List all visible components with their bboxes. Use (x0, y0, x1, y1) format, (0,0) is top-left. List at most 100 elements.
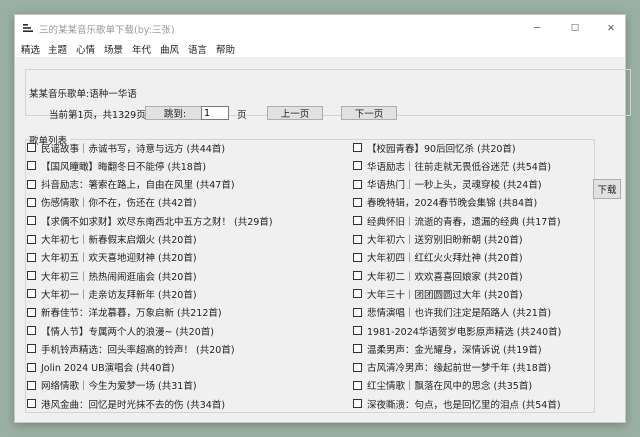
playlist-item[interactable]: 红尘情歌｜飘落在风中的思念 (共35首) (353, 379, 532, 392)
playlist-item-label: 【国风瞳瞰】晦翻冬日不能停 (共18首) (41, 161, 207, 173)
app-window: 三的某某音乐歌单下载(by:三张) ─ ☐ ✕ 精选 主题 心情 场景 年代 曲… (14, 14, 631, 423)
next-page-button[interactable]: 下一页 (341, 106, 397, 120)
playlist-item[interactable]: 经典怀旧｜流逝的青春，遗漏的经典 (共17首) (353, 214, 561, 228)
playlist-checkbox[interactable] (353, 344, 362, 354)
playlist-item[interactable]: Jolin 2024 UB演唱会 (共40首) (27, 361, 175, 374)
maximize-button[interactable]: ☐ (557, 15, 593, 41)
menu-item-genre[interactable]: 曲风 (160, 42, 179, 56)
playlist-checkbox[interactable] (353, 179, 362, 189)
menu-item-featured[interactable]: 精选 (21, 42, 40, 56)
playlist-item[interactable]: 大年初六｜送穷别旧盼新朝 (共20首) (353, 233, 523, 246)
playlist-checkbox[interactable] (27, 197, 36, 207)
playlist-item[interactable]: 1981-2024华语贺岁电影原声精选 (共240首) (353, 324, 562, 338)
playlist-item[interactable]: 抖音励志：箸索在路上，自由在风里 (共47首) (27, 178, 235, 191)
playlist-item[interactable]: 伤感情歌｜你不在，伤还在 (共42首) (27, 196, 197, 209)
playlist-item[interactable]: 网络情歌｜今生为爱梦一场 (共31首) (27, 379, 197, 392)
playlist-checkbox[interactable] (27, 216, 36, 226)
playlist-checkbox[interactable] (27, 161, 36, 171)
menu-item-help[interactable]: 帮助 (216, 42, 235, 56)
playlist-checkbox[interactable] (353, 307, 362, 317)
page-number-input[interactable] (201, 106, 229, 120)
page-unit-label: 页 (237, 110, 247, 121)
playlist-item-label: 港风金曲：回忆是时光抹不去的伤 (共34首) (41, 399, 226, 411)
playlist-item-label: 【情人节】专属两个人的浪漫~ (共20首) (41, 326, 214, 338)
playlist-item-label: 大年初五｜欢天喜地迎财神 (共20首) (41, 253, 197, 265)
playlist-checkbox[interactable] (27, 271, 36, 281)
playlist-item[interactable]: 【校园青春】90后回忆杀 (共20首) (353, 141, 516, 155)
playlist-checkbox[interactable] (27, 307, 36, 317)
playlist-checkbox[interactable] (353, 161, 362, 171)
playlist-item[interactable]: 民谣故事｜赤诚书写，诗意与远方 (共44首) (27, 141, 226, 155)
playlist-checkbox[interactable] (27, 234, 36, 244)
playlist-item[interactable]: 【求偶不如求财】欢尽东南西北中五方之财！ (共29首) (27, 214, 273, 228)
maximize-icon: ☐ (570, 22, 580, 34)
playlist-item-label: 红尘情歌｜飘落在风中的思念 (共35首) (367, 381, 533, 393)
playlist-checkbox[interactable] (353, 271, 362, 281)
menu-item-language[interactable]: 语言 (188, 42, 207, 56)
menu-item-scene[interactable]: 场景 (104, 42, 123, 56)
download-button[interactable]: 下载 (593, 179, 621, 199)
playlist-item-label: 大年初六｜送穷别旧盼新朝 (共20首) (367, 235, 523, 246)
playlist-item-label: 大年初一｜走亲访友拜新年 (共20首) (41, 289, 197, 301)
playlist-item[interactable]: 华语励志｜往前走就无畏低谷迷茫 (共54首) (353, 159, 552, 173)
playlist-item-label: 华语励志｜往前走就无畏低谷迷茫 (共54首) (367, 161, 552, 173)
playlist-item-label: 华语热门｜一秒上头，灵魂穿梭 (共24首) (367, 180, 542, 192)
playlist-item-label: 大年初三｜热热闹闹逛庙会 (共20首) (41, 271, 197, 283)
playlist-item[interactable]: 【情人节】专属两个人的浪漫~ (共20首) (27, 324, 214, 338)
playlist-checkbox[interactable] (353, 362, 362, 372)
jump-button[interactable]: 跳到: (145, 106, 205, 120)
playlist-checkbox[interactable] (27, 344, 36, 354)
playlist-item-label: 大年三十｜团团圆圆过大年 (共20首) (367, 289, 523, 301)
prev-page-button[interactable]: 上一页 (267, 106, 323, 120)
menu-item-era[interactable]: 年代 (132, 42, 151, 56)
playlist-checkbox[interactable] (353, 326, 362, 335)
playlist-item[interactable]: 华语热门｜一秒上头，灵魂穿梭 (共24首) (353, 178, 542, 191)
playlist-checkbox[interactable] (27, 380, 36, 390)
playlist-checkbox[interactable] (27, 289, 36, 299)
playlist-checkbox[interactable] (27, 399, 36, 409)
playlist-checkbox[interactable] (353, 197, 362, 207)
playlist-item[interactable]: 【国风瞳瞰】晦翻冬日不能停 (共18首) (27, 159, 207, 173)
playlist-item[interactable]: 大年三十｜团团圆圆过大年 (共20首) (353, 287, 523, 301)
playlist-item[interactable]: 大年初二｜欢欢喜喜回娘家 (共20首) (353, 269, 523, 283)
close-icon: ✕ (607, 22, 615, 34)
playlist-item[interactable]: 港风金曲：回忆是时光抹不去的伤 (共34首) (27, 397, 226, 411)
playlist-checkbox[interactable] (353, 289, 362, 299)
close-button[interactable]: ✕ (593, 15, 629, 41)
playlist-item[interactable]: 深夜嘶溃：句点，也是回忆里的泪点 (共54首) (353, 397, 561, 411)
title-bar: 三的某某音乐歌单下载(by:三张) ─ ☐ ✕ (15, 15, 625, 41)
playlist-item[interactable]: 悲情演唱｜也许我们注定是陌路人 (共21首) (353, 306, 551, 319)
playlist-item-label: 网络情歌｜今生为爱梦一场 (共31首) (41, 381, 197, 393)
playlist-item[interactable]: 新春佳节：洋龙慕暮，万象启新 (共212首) (27, 306, 222, 319)
playlist-item[interactable]: 手机铃声精选：回头率超高的铃声！ (共20首) (27, 342, 235, 356)
playlist-checkbox[interactable] (353, 252, 362, 262)
playlist-item-label: 民谣故事｜赤诚书写，诗意与远方 (共44首) (41, 143, 226, 155)
playlist-checkbox[interactable] (353, 234, 362, 244)
playlist-checkbox[interactable] (353, 216, 362, 226)
menu-item-theme[interactable]: 主题 (48, 42, 67, 56)
playlist-item[interactable]: 大年初一｜走亲访友拜新年 (共20首) (27, 287, 197, 301)
playlist-item-label: 深夜嘶溃：句点，也是回忆里的泪点 (共54首) (367, 399, 561, 411)
playlist-checkbox[interactable] (353, 380, 362, 390)
playlist-item[interactable]: 大年初七｜新春假末启烟火 (共20首) (27, 233, 197, 246)
playlist-checkbox[interactable] (27, 326, 36, 335)
playlist-checkbox[interactable] (353, 399, 362, 409)
playlist-item[interactable]: 大年初四｜红红火火拜灶神 (共20首) (353, 251, 523, 264)
page-info: 当前第1页，共1329页 (49, 110, 146, 121)
playlist-checkbox[interactable] (353, 143, 362, 152)
playlist-item-label: 1981-2024华语贺岁电影原声精选 (共240首) (367, 326, 562, 338)
minimize-button[interactable]: ─ (519, 15, 555, 41)
playlist-checkbox[interactable] (27, 362, 36, 372)
playlist-item[interactable]: 温柔男声：金光耀身，深情诉说 (共19首) (353, 342, 542, 356)
playlist-item[interactable]: 大年初三｜热热闹闹逛庙会 (共20首) (27, 269, 197, 283)
playlist-item-label: 古风清冷男声：缘起前世一梦千年 (共18首) (367, 363, 552, 375)
playlist-item[interactable]: 春晚特辑，2024春节晚会集锦 (共84首) (353, 196, 537, 209)
window-title: 三的某某音乐歌单下载(by:三张) (39, 25, 175, 36)
playlist-item[interactable]: 大年初五｜欢天喜地迎财神 (共20首) (27, 251, 197, 264)
playlist-item-label: 手机铃声精选：回头率超高的铃声！ (共20首) (41, 344, 235, 356)
playlist-item[interactable]: 古风清冷男声：缘起前世一梦千年 (共18首) (353, 361, 551, 374)
playlist-checkbox[interactable] (27, 179, 36, 189)
playlist-checkbox[interactable] (27, 143, 36, 152)
menu-item-mood[interactable]: 心情 (76, 42, 95, 56)
playlist-checkbox[interactable] (27, 252, 36, 262)
